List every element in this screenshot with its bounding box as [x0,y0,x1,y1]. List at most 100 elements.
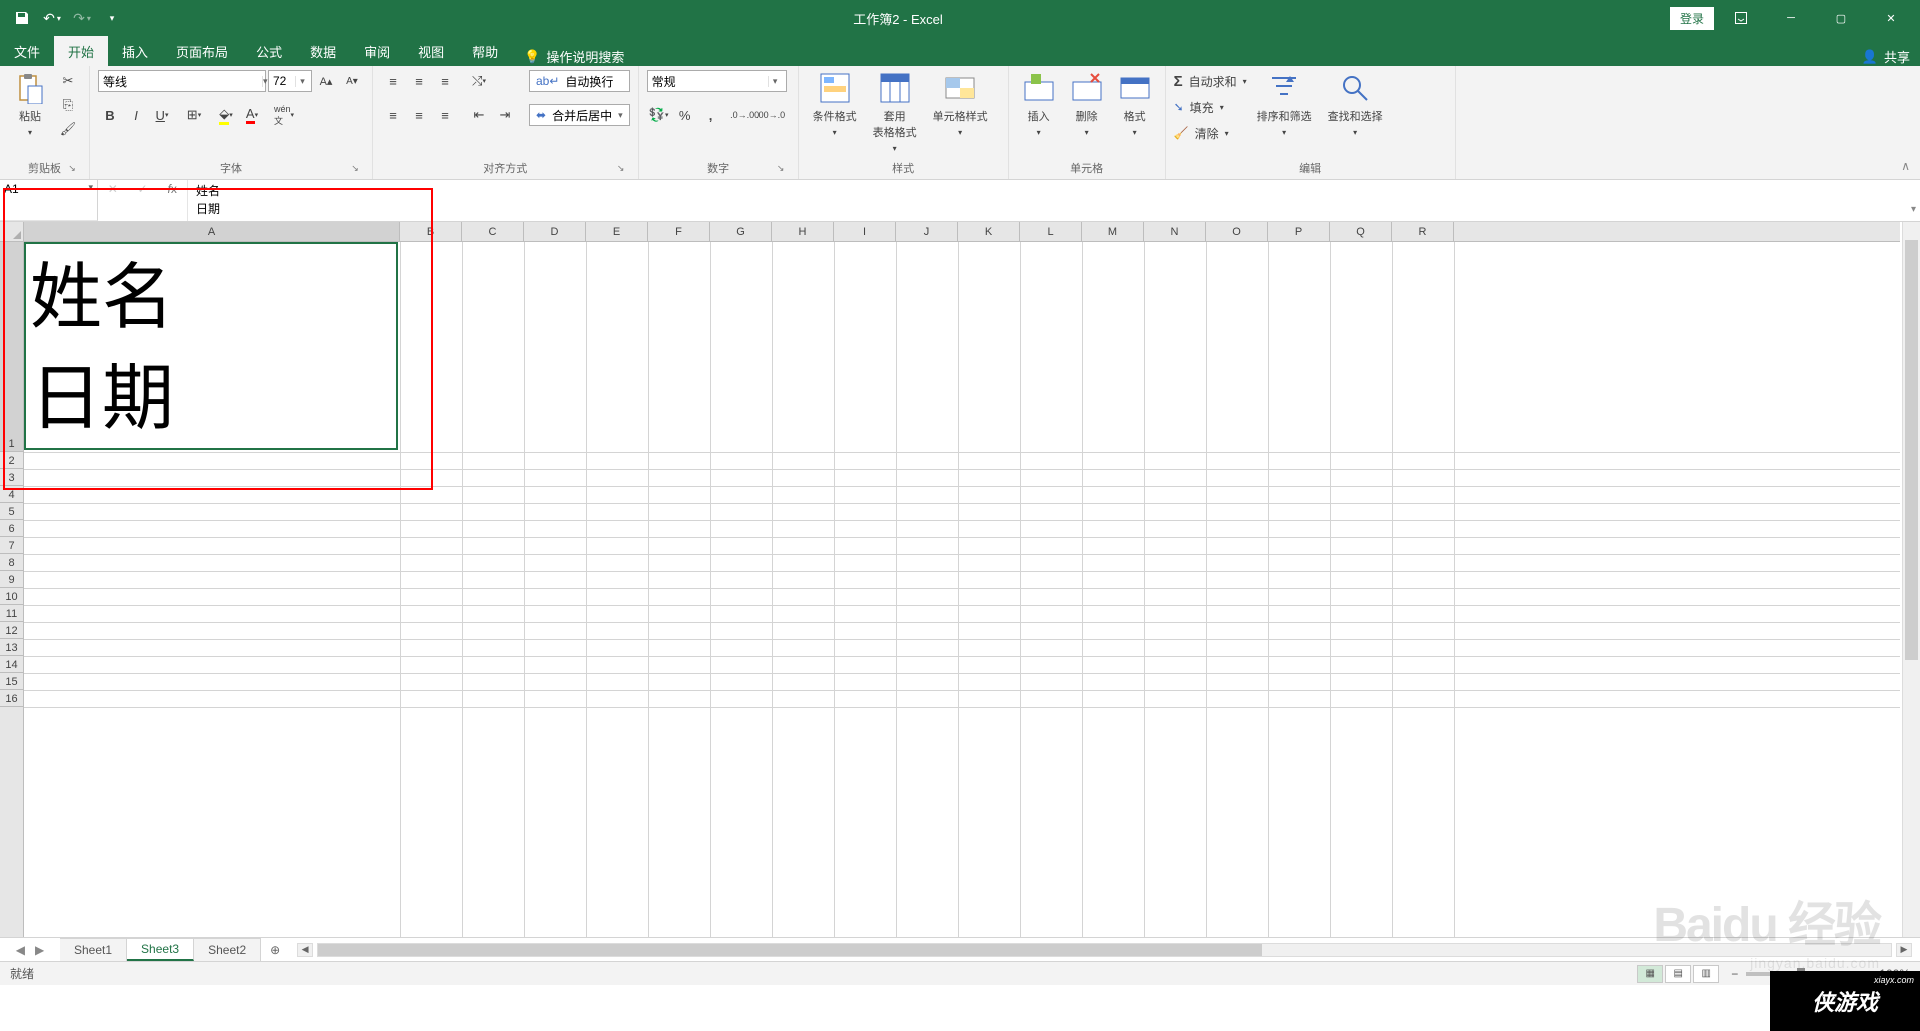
column-header[interactable]: F [648,222,710,241]
paste-button[interactable]: 粘贴 ▾ [8,70,52,139]
expand-formula-bar-icon[interactable]: ▾ [1911,201,1916,219]
name-box[interactable]: ▾ [0,180,98,221]
merge-center-button[interactable]: ⬌合并后居中▾ [529,104,630,126]
cell-styles-button[interactable]: 单元格样式▾ [927,70,994,139]
fill-color-icon[interactable]: ⬙ ▾ [214,104,238,126]
column-header[interactable]: B [400,222,462,241]
tab-文件[interactable]: 文件 [0,36,54,66]
row-header[interactable]: 14 [0,656,23,673]
align-top-icon[interactable]: ≡ [381,70,405,92]
number-format-combo[interactable]: ▾ [647,70,787,92]
row-header[interactable]: 9 [0,571,23,588]
insert-cells-button[interactable]: 插入▾ [1017,70,1061,139]
conditional-format-button[interactable]: 条件格式▾ [807,70,863,139]
dialog-launcher-icon[interactable]: ↘ [65,161,79,175]
column-header[interactable]: K [958,222,1020,241]
dialog-launcher-icon[interactable]: ↘ [348,161,362,175]
qat-customize-icon[interactable]: ▾ [98,4,126,32]
increase-font-icon[interactable]: A▴ [314,70,338,92]
column-header[interactable]: E [586,222,648,241]
font-size-combo[interactable]: ▾ [268,70,312,92]
collapse-ribbon-icon[interactable]: ∧ [1901,159,1910,173]
undo-icon[interactable]: ↶ ▾ [38,4,66,32]
decrease-decimal-icon[interactable]: .00→.0 [759,104,783,126]
row-header[interactable]: 4 [0,486,23,503]
cut-icon[interactable]: ✂ [56,70,80,92]
tab-页面布局[interactable]: 页面布局 [162,36,242,66]
row-header[interactable]: 7 [0,537,23,554]
maximize-icon[interactable]: ▢ [1818,3,1864,33]
minimize-icon[interactable]: ─ [1768,3,1814,33]
decrease-font-icon[interactable]: A▾ [340,70,364,92]
share-button[interactable]: 👤 共享 [1862,47,1910,66]
column-header[interactable]: R [1392,222,1454,241]
row-header[interactable]: 2 [0,452,23,469]
column-header[interactable]: N [1144,222,1206,241]
dialog-launcher-icon[interactable]: ↘ [774,161,788,175]
column-header[interactable]: H [772,222,834,241]
tab-视图[interactable]: 视图 [404,36,458,66]
redo-icon[interactable]: ↷ ▾ [68,4,96,32]
column-header[interactable]: L [1020,222,1082,241]
wrap-text-button[interactable]: ab↵自动换行 [529,70,630,92]
row-header[interactable]: 8 [0,554,23,571]
dialog-launcher-icon[interactable]: ↘ [614,161,628,175]
row-header[interactable]: 16 [0,690,23,707]
hscroll-left-icon[interactable]: ◀ [297,943,313,957]
sheet-tab[interactable]: Sheet1 [60,938,127,961]
column-header[interactable]: A [24,222,400,241]
border-icon[interactable]: ⊞ ▾ [182,104,206,126]
horizontal-scrollbar[interactable] [317,943,1892,957]
format-cells-button[interactable]: 格式▾ [1113,70,1157,139]
cancel-formula-icon[interactable]: ✕ [98,182,128,196]
delete-cells-button[interactable]: 删除▾ [1065,70,1109,139]
column-header[interactable]: O [1206,222,1268,241]
new-sheet-button[interactable]: ⊕ [261,943,289,957]
row-header[interactable]: 11 [0,605,23,622]
comma-format-icon[interactable]: , [699,104,723,126]
align-left-icon[interactable]: ≡ [381,104,405,126]
underline-icon[interactable]: U ▾ [150,104,174,126]
percent-format-icon[interactable]: % [673,104,697,126]
cell-a1[interactable]: 姓名 日期 [24,242,398,450]
align-right-icon[interactable]: ≡ [433,104,457,126]
format-painter-icon[interactable]: 🖌 [56,118,80,140]
row-header[interactable]: 3 [0,469,23,486]
zoom-out-icon[interactable]: − [1731,967,1738,981]
page-break-view-icon[interactable]: ▥ [1693,965,1719,983]
align-bottom-icon[interactable]: ≡ [433,70,457,92]
page-layout-view-icon[interactable]: ▤ [1665,965,1691,983]
sheet-nav-next-icon[interactable]: ▶ [35,943,44,957]
column-header[interactable]: M [1082,222,1144,241]
column-header[interactable]: P [1268,222,1330,241]
tab-数据[interactable]: 数据 [296,36,350,66]
column-header[interactable]: J [896,222,958,241]
find-select-button[interactable]: 查找和选择▾ [1322,70,1389,139]
row-header[interactable]: 13 [0,639,23,656]
enter-formula-icon[interactable]: ✓ [128,182,158,196]
column-header[interactable]: Q [1330,222,1392,241]
select-all-button[interactable] [0,222,24,242]
hscroll-right-icon[interactable]: ▶ [1896,943,1912,957]
autosum-button[interactable]: Σ自动求和 ▾ [1174,70,1247,92]
accounting-format-icon[interactable]: 💱▾ [647,104,671,126]
row-header[interactable]: 6 [0,520,23,537]
tab-审阅[interactable]: 审阅 [350,36,404,66]
column-header[interactable]: C [462,222,524,241]
tab-帮助[interactable]: 帮助 [458,36,512,66]
sort-filter-button[interactable]: 排序和筛选▾ [1251,70,1318,139]
increase-indent-icon[interactable]: ⇥ [493,104,517,126]
tab-公式[interactable]: 公式 [242,36,296,66]
login-button[interactable]: 登录 [1670,7,1714,30]
bold-icon[interactable]: B [98,104,122,126]
orientation-icon[interactable]: ⤭ ▾ [467,70,491,92]
align-center-icon[interactable]: ≡ [407,104,431,126]
row-header[interactable]: 12 [0,622,23,639]
save-icon[interactable] [8,4,36,32]
fill-button[interactable]: ➘填充 ▾ [1174,96,1247,118]
row-header[interactable]: 1 [0,242,23,452]
row-header[interactable]: 5 [0,503,23,520]
align-middle-icon[interactable]: ≡ [407,70,431,92]
column-header[interactable]: G [710,222,772,241]
increase-decimal-icon[interactable]: .0→.00 [733,104,757,126]
